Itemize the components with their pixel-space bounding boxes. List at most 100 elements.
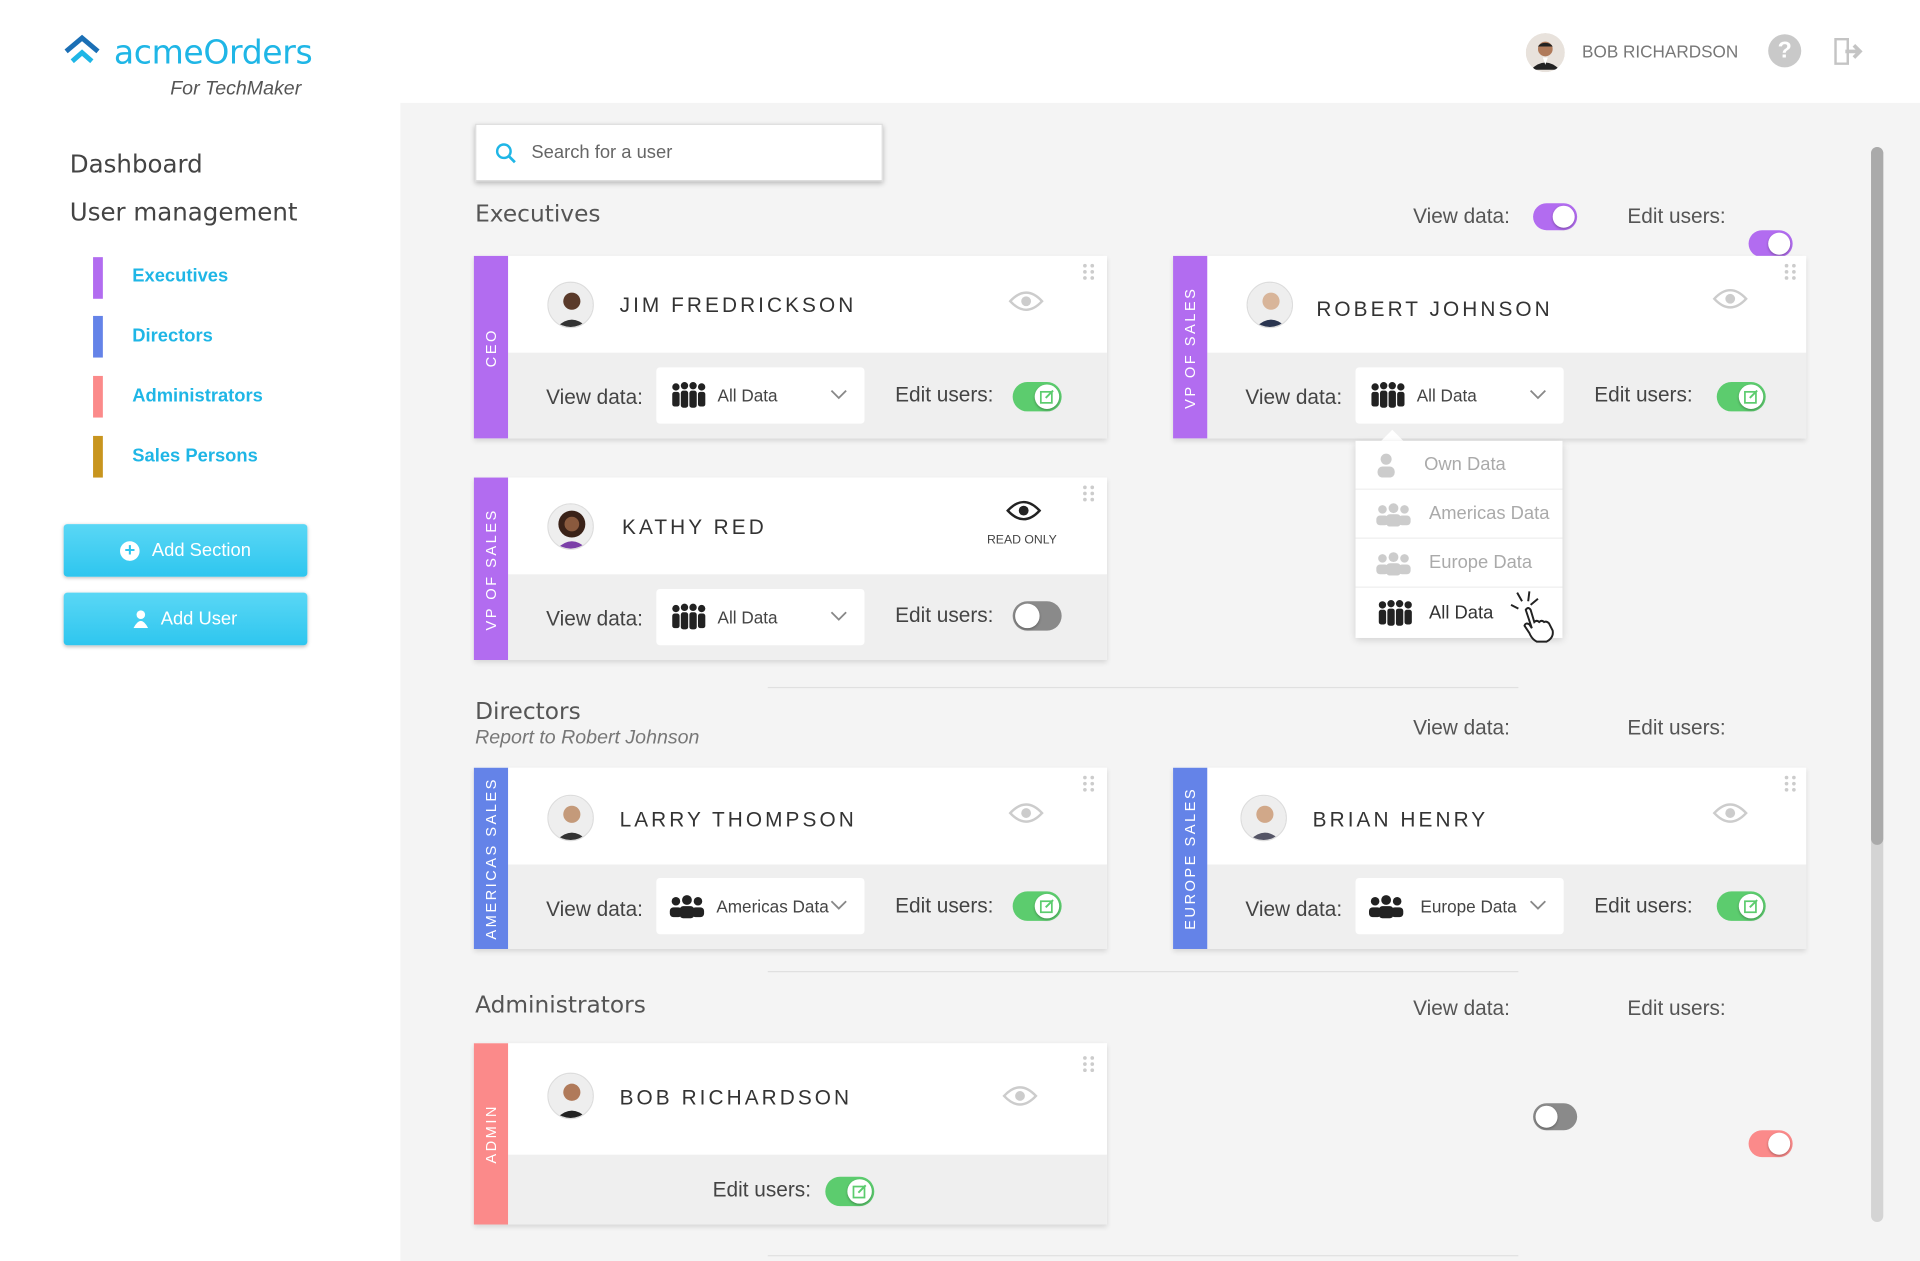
scrollbar-thumb[interactable] (1871, 146, 1884, 845)
executives-view-data-toggle[interactable] (1533, 203, 1578, 231)
search-box[interactable] (475, 123, 883, 182)
search-icon (495, 142, 516, 163)
eye-icon[interactable] (1712, 288, 1749, 310)
group-icon (1376, 551, 1411, 575)
app-name: acmeOrders (113, 34, 313, 73)
user-name: LARRY THOMPSON (619, 808, 857, 832)
section-divider (767, 1255, 1519, 1257)
section-divider (767, 686, 1519, 689)
add-section-button[interactable]: + Add Section (63, 524, 308, 577)
view-data-select[interactable]: All Data (1355, 367, 1564, 424)
executives-edit-users-toggle[interactable] (1748, 230, 1793, 258)
role-stripe: EUROPE SALES (1173, 767, 1208, 949)
tenant-name: For TechMaker (170, 78, 302, 100)
drag-handle-icon[interactable] (1082, 263, 1095, 280)
menu-item-europe-data[interactable]: Europe Data (1355, 539, 1563, 588)
drag-handle-icon[interactable] (1082, 485, 1095, 502)
user-name: KATHY RED (622, 515, 767, 539)
view-data-value: All Data (1416, 385, 1477, 406)
avatar (547, 503, 594, 550)
role-stripe: VP OF SALES (473, 477, 509, 661)
search-input[interactable] (531, 142, 863, 163)
edit-users-toggle[interactable] (1716, 891, 1766, 921)
logout-icon[interactable] (1832, 36, 1864, 68)
role-label: VP OF SALES (1181, 286, 1199, 409)
role-stripe: ADMIN (473, 1043, 509, 1225)
sidebar-item-administrators[interactable]: Administrators (132, 386, 263, 407)
edit-icon (1744, 899, 1758, 914)
acme-logo-icon (64, 34, 100, 64)
section-edit-users-label: Edit users: (1627, 996, 1726, 1021)
menu-item-americas-data[interactable]: Americas Data (1355, 490, 1563, 539)
user-name: JIM FREDRICKSON (619, 293, 857, 318)
user-card: AMERICAS SALES LARRY THOMPSON View data:… (473, 767, 1107, 949)
edit-users-label: Edit users: (712, 1177, 812, 1202)
view-data-label: View data: (1245, 385, 1343, 409)
administrators-edit-users-toggle[interactable] (1748, 1130, 1793, 1158)
edit-icon (1039, 389, 1054, 404)
group-all-icon (672, 603, 706, 630)
section-color-directors (93, 315, 103, 358)
section-color-executives (93, 257, 103, 299)
view-data-select[interactable]: Americas Data (656, 877, 865, 935)
chevron-down-icon (1529, 389, 1546, 400)
user-card: CEO JIM FREDRICKSON View data: All Data … (473, 255, 1107, 439)
section-color-sales-persons (93, 435, 103, 478)
eye-icon[interactable] (1008, 290, 1045, 312)
chevron-down-icon (830, 900, 847, 910)
role-label: CEO (482, 327, 500, 367)
avatar (547, 794, 594, 842)
view-data-label: View data: (546, 385, 643, 409)
group-all-icon (1371, 382, 1405, 408)
drag-handle-icon[interactable] (1784, 775, 1796, 792)
menu-item-label: Europe Data (1428, 552, 1533, 574)
drag-handle-icon[interactable] (1082, 775, 1095, 792)
nav-user-management[interactable]: User management (70, 197, 298, 226)
add-user-button[interactable]: Add User (63, 592, 308, 646)
user-avatar[interactable] (1525, 33, 1565, 73)
menu-item-label: Americas Data (1428, 503, 1550, 525)
add-section-label: Add Section (151, 540, 251, 561)
sidebar-item-directors[interactable]: Directors (132, 326, 213, 347)
eye-icon[interactable] (1002, 1085, 1039, 1107)
user-name: BRIAN HENRY (1312, 808, 1489, 832)
edit-users-toggle[interactable] (1716, 382, 1766, 412)
edit-users-label: Edit users: (1594, 383, 1693, 407)
sidebar-item-executives[interactable]: Executives (132, 266, 228, 287)
role-stripe: VP OF SALES (1173, 255, 1208, 439)
edit-users-toggle[interactable] (825, 1176, 875, 1207)
add-user-label: Add User (160, 608, 238, 630)
eye-icon[interactable] (1008, 802, 1045, 824)
eye-icon[interactable] (1712, 802, 1749, 824)
view-data-select[interactable]: All Data (656, 588, 865, 646)
question-circle-icon[interactable]: ? (1768, 34, 1802, 68)
avatar (1240, 794, 1287, 842)
user-name: BOB RICHARDSON (619, 1086, 853, 1110)
menu-item-own-data[interactable]: Own Data (1355, 441, 1563, 490)
role-label: ADMIN (482, 1104, 500, 1164)
chevron-down-icon (1529, 900, 1546, 910)
view-data-select[interactable]: Europe Data (1355, 877, 1564, 935)
drag-handle-icon[interactable] (1082, 1056, 1095, 1073)
edit-users-toggle[interactable] (1012, 382, 1062, 412)
read-only-label: READ ONLY (986, 533, 1057, 548)
section-view-data-label: View data: (1413, 716, 1510, 740)
edit-icon (1039, 899, 1054, 914)
role-stripe: CEO (473, 255, 509, 439)
edit-icon (852, 1184, 867, 1199)
view-data-label: View data: (546, 897, 643, 921)
role-stripe: AMERICAS SALES (473, 767, 509, 949)
group-icon (1368, 895, 1404, 919)
nav-dashboard[interactable]: Dashboard (70, 149, 203, 178)
current-user-name[interactable]: BOB RICHARDSON (1582, 42, 1738, 62)
eye-icon[interactable] (1005, 500, 1042, 522)
user-name: ROBERT JOHNSON (1316, 297, 1553, 321)
edit-users-toggle[interactable] (1012, 601, 1062, 631)
administrators-view-data-toggle[interactable] (1533, 1103, 1578, 1131)
sidebar-item-sales-persons[interactable]: Sales Persons (132, 446, 258, 467)
drag-handle-icon[interactable] (1784, 263, 1796, 280)
edit-users-toggle[interactable] (1012, 891, 1062, 921)
view-data-select[interactable]: All Data (656, 367, 865, 424)
avatar (1246, 281, 1294, 329)
group-all-icon (1378, 599, 1412, 626)
